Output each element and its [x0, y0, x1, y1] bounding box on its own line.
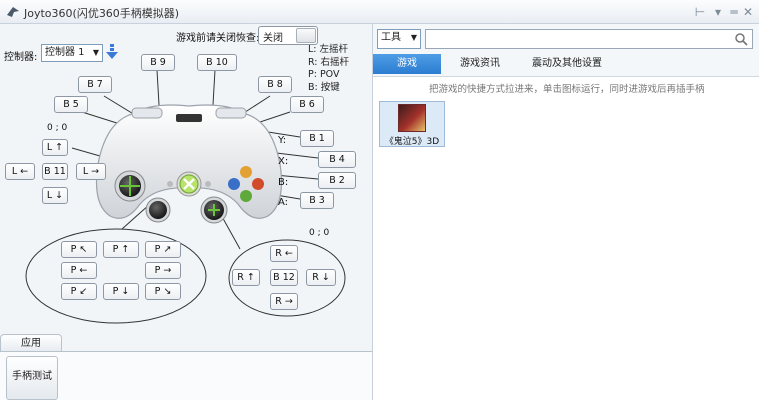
pov-up-left[interactable]: P ↖	[61, 241, 97, 258]
pin-icon[interactable]: ⊢	[692, 4, 708, 20]
chevron-down-icon: ▼	[410, 33, 417, 42]
left-stick-right[interactable]: L →	[76, 163, 106, 180]
pov-left[interactable]: P ←	[61, 262, 97, 279]
left-stick-left[interactable]: L ←	[5, 163, 35, 180]
right-stick-up[interactable]: R ←	[270, 245, 298, 262]
tool-row: 工具 ▼	[377, 29, 753, 49]
button-b7[interactable]: B 7	[78, 76, 112, 93]
game-item[interactable]: 《鬼泣5》3D	[379, 101, 445, 147]
tab-game-news[interactable]: 游戏资讯	[449, 54, 511, 74]
close-icon[interactable]: ✕	[740, 4, 756, 20]
pov-up-right[interactable]: P ↗	[145, 241, 181, 258]
controller-panel: 游戏前请关闭恢查: 关闭 控制器: 控制器 1 ▼ L: 左摇杆 R: 右摇杆 …	[0, 24, 372, 400]
window-title: Joyto360(闪优360手柄模拟器)	[24, 7, 180, 20]
button-b9[interactable]: B 9	[141, 54, 175, 71]
button-b4[interactable]: B 4	[318, 151, 356, 168]
tab-apps[interactable]: 应用	[0, 334, 62, 352]
tool-select-value: 工具	[381, 32, 401, 43]
minimize-icon[interactable]: ▾	[710, 4, 726, 20]
right-stick-down[interactable]: R →	[270, 293, 298, 310]
button-b10[interactable]: B 10	[197, 54, 237, 71]
search-icon[interactable]	[734, 32, 748, 46]
tab-vibration-settings[interactable]: 震动及其他设置	[519, 54, 615, 74]
app-gamepad-test[interactable]: 手柄测试	[6, 356, 58, 400]
button-b2[interactable]: B 2	[318, 172, 356, 189]
app-logo-icon	[7, 7, 19, 17]
game-thumbnail-icon	[398, 104, 426, 132]
button-b1[interactable]: B 1	[300, 130, 334, 147]
left-stick-up[interactable]: L ↑	[42, 139, 68, 156]
label-y: Y:	[278, 135, 287, 146]
games-panel: 工具 ▼ 游戏 游戏资讯 震动及其他设置 把游戏的快捷方式拉进来，单击图标运行，…	[372, 24, 759, 400]
right-stick-coord: 0 ; 0	[309, 228, 330, 238]
button-b6[interactable]: B 6	[290, 96, 324, 113]
drop-hint: 把游戏的快捷方式拉进来，单击图标运行，同时进游戏后再插手柄	[429, 84, 705, 95]
label-x: X:	[278, 156, 289, 167]
pov-up[interactable]: P ↑	[103, 241, 139, 258]
pov-right[interactable]: P →	[145, 262, 181, 279]
tab-bar: 游戏 游戏资讯 震动及其他设置	[373, 54, 759, 74]
title-bar: Joyto360(闪优360手柄模拟器) ⊢ ▾ ═ ✕	[0, 0, 759, 24]
pov-down-right[interactable]: P ↘	[145, 283, 181, 300]
button-b8[interactable]: B 8	[258, 76, 292, 93]
right-stick-left[interactable]: R ↑	[232, 269, 260, 286]
gamepad-icon	[95, 104, 283, 224]
search-input[interactable]	[425, 29, 753, 49]
label-b: B:	[278, 177, 289, 188]
button-b5[interactable]: B 5	[54, 96, 88, 113]
left-stick-coord: 0 ; 0	[47, 123, 68, 133]
left-stick-down[interactable]: L ↓	[42, 187, 68, 204]
pov-down[interactable]: P ↓	[103, 283, 139, 300]
tool-select[interactable]: 工具 ▼	[377, 29, 421, 49]
button-b3[interactable]: B 3	[300, 192, 334, 209]
game-name: 《鬼泣5》3D	[384, 137, 440, 147]
button-b12[interactable]: B 12	[270, 269, 298, 286]
pov-down-left[interactable]: P ↙	[61, 283, 97, 300]
games-list: 把游戏的快捷方式拉进来，单击图标运行，同时进游戏后再插手柄 《鬼泣5》3D	[373, 76, 759, 400]
label-a: A:	[278, 197, 289, 208]
app-bar: 手柄测试	[0, 351, 372, 400]
button-b11[interactable]: B 11	[42, 163, 68, 180]
right-stick-right[interactable]: R ↓	[306, 269, 336, 286]
tab-games[interactable]: 游戏	[373, 54, 441, 74]
